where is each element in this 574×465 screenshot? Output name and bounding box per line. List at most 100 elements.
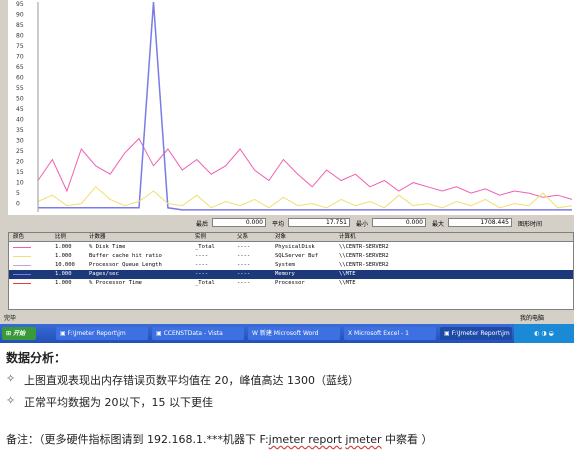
- taskbar-item-explorer-2[interactable]: ▣ F:\Jmeter Report\jm: [440, 327, 512, 340]
- folder-icon: ▣: [444, 330, 450, 337]
- tray-icons: ◐ ◑ ◒: [534, 330, 554, 337]
- y-tick-label: 85: [16, 22, 24, 29]
- header-computer[interactable]: 计算机: [339, 233, 356, 242]
- excel-icon: X: [348, 330, 353, 337]
- max-label: 最大: [432, 221, 445, 228]
- color-swatch: [13, 283, 31, 284]
- word-icon: W: [252, 330, 258, 337]
- counter-scale: 1.000: [55, 271, 72, 277]
- y-tick-label: 60: [16, 75, 24, 82]
- window-icon: ▣: [156, 330, 162, 337]
- counter-instance: ----: [195, 271, 209, 277]
- status-text: 完毕: [4, 315, 17, 322]
- counter-row[interactable]: 10.000 Processor Queue Length ---- ---- Syst…: [9, 261, 573, 270]
- bullet-item: ✧ 上图直观表现出内存错误页数平均值在 20，峰值高达 1300（蓝线）: [6, 372, 566, 388]
- avg-label: 平均: [272, 221, 285, 228]
- series-line: [37, 186, 573, 209]
- counter-row[interactable]: 1.000 % Disk Time _Total ---- PhysicalDisk \\…: [9, 243, 573, 252]
- diamond-bullet-icon: ✧: [6, 394, 16, 407]
- y-tick-label: 80: [16, 33, 24, 40]
- y-tick-label: 95: [16, 1, 24, 8]
- bullet-text: 正常平均数据为 20以下，15 以下更佳: [24, 396, 213, 409]
- counter-computer: \\CENTR-SERVER2: [339, 253, 389, 259]
- counter-counter: Pages/sec: [89, 271, 119, 277]
- y-tick-label: 0: [16, 201, 20, 208]
- y-tick-label: 15: [16, 169, 24, 176]
- counter-object: PhysicalDisk: [275, 244, 315, 250]
- counter-row[interactable]: 1.000 Buffer cache hit ratio ---- ---- SQLSe…: [9, 252, 573, 261]
- min-value: 0.000: [372, 218, 426, 227]
- counter-counter: % Processor Time: [89, 280, 142, 286]
- y-tick-label: 65: [16, 64, 24, 71]
- counter-computer: \\CENTR-SERVER2: [339, 244, 389, 250]
- remark-path-1: jmeter report: [268, 433, 342, 446]
- taskbar-item-word[interactable]: W 新建 Microsoft Word: [248, 327, 340, 340]
- duration-label: 图形时间: [518, 221, 543, 228]
- status-zone: 我的电脑: [520, 315, 545, 322]
- max-value: 1708.445: [448, 218, 512, 227]
- counter-scale: 1.000: [55, 244, 72, 250]
- diamond-bullet-icon: ✧: [6, 372, 16, 385]
- remark-line: 备注：（更多硬件指标图请到 192.168.1.***机器下 F:jmeter …: [6, 431, 433, 447]
- counter-counter: % Disk Time: [89, 244, 126, 250]
- counter-instance: _Total: [195, 244, 215, 250]
- analysis-notes: 数据分析： ✧ 上图直观表现出内存错误页数平均值在 20，峰值高达 1300（蓝线…: [6, 349, 566, 410]
- start-label: 开始: [13, 330, 26, 337]
- counter-row[interactable]: 1.000 Pages/sec ---- ---- Memory \\MTE: [9, 270, 573, 279]
- color-swatch: [13, 256, 31, 257]
- avg-value: 17.751: [288, 218, 350, 227]
- y-tick-label: 90: [16, 12, 24, 19]
- counter-computer: \\MTE: [339, 271, 356, 277]
- counter-parent: ----: [237, 253, 251, 259]
- taskbar-item-explorer-1[interactable]: ▣ F:\Jmeter Report\jm: [56, 327, 148, 340]
- performance-chart: 95 90 85 80 75 70 65 60 55 50 45 40 35 30 25 20 15 10 5 0: [8, 0, 574, 215]
- status-bar: 完毕 我的电脑: [0, 312, 574, 322]
- counter-list: 颜色 比例 计数器 实例 父系 对象 计算机 1.000 % Disk Time _…: [8, 232, 574, 310]
- series-line: [37, 137, 573, 200]
- header-counter[interactable]: 计数器: [89, 233, 106, 242]
- windows-icon: ⊞: [6, 330, 12, 337]
- counter-parent: ----: [237, 262, 251, 268]
- counter-parent: ----: [237, 271, 251, 277]
- notes-title: 数据分析：: [6, 351, 67, 365]
- last-value: 0.000: [212, 218, 266, 227]
- taskbar-item-label: F:\Jmeter Report\jm: [451, 330, 510, 337]
- folder-icon: ▣: [60, 330, 66, 337]
- start-button[interactable]: ⊞ 开始: [2, 327, 36, 340]
- header-scale[interactable]: 比例: [55, 233, 66, 242]
- counter-object: SQLServer Buf: [275, 253, 319, 259]
- counter-parent: ----: [237, 244, 251, 250]
- counter-scale: 10.000: [55, 262, 75, 268]
- counter-scale: 1.000: [55, 253, 72, 259]
- y-tick-label: 75: [16, 43, 24, 50]
- header-color[interactable]: 颜色: [13, 233, 24, 242]
- counter-counter: Buffer cache hit ratio: [89, 253, 162, 259]
- counter-header: 颜色 比例 计数器 实例 父系 对象 计算机: [9, 233, 573, 242]
- bullet-item: ✧ 正常平均数据为 20以下，15 以下更佳: [6, 394, 566, 410]
- chart-svg: 95908580757065605550454035302520151050: [16, 1, 573, 212]
- y-tick-label: 55: [16, 85, 24, 92]
- counter-computer: \\MTE: [339, 280, 356, 286]
- remark-prefix: 备注：（更多硬件指标图请到 192.168.1.***机器下 F:: [6, 433, 269, 446]
- counter-object: Processor: [275, 280, 305, 286]
- y-tick-label: 50: [16, 96, 24, 103]
- taskbar-item-label: F:\Jmeter Report\jm: [67, 330, 126, 337]
- header-instance[interactable]: 实例: [195, 233, 206, 242]
- taskbar-item-label: CCENSTData - Vista: [163, 330, 223, 337]
- counter-row[interactable]: 1.000 % Processor Time _Total ---- Processor…: [9, 279, 573, 288]
- counter-instance: ----: [195, 253, 209, 259]
- stats-bar: 最后 0.000 平均 17.751 最小 0.000 最大 1708.445 …: [8, 216, 574, 230]
- header-object[interactable]: 对象: [275, 233, 286, 242]
- counter-instance: _Total: [195, 280, 215, 286]
- y-tick-label: 5: [16, 190, 20, 197]
- bullet-text: 上图直观表现出内存错误页数平均值在 20，峰值高达 1300（蓝线）: [24, 374, 359, 387]
- counter-scale: 1.000: [55, 280, 72, 286]
- series-line: [38, 1, 572, 211]
- remark-path-2: jmeter: [345, 433, 382, 446]
- header-parent[interactable]: 父系: [237, 233, 248, 242]
- counter-object: System: [275, 262, 295, 268]
- min-label: 最小: [356, 221, 369, 228]
- taskbar-item-excel[interactable]: X Microsoft Excel - 1: [344, 327, 436, 340]
- taskbar-item-vista[interactable]: ▣ CCENSTData - Vista: [152, 327, 244, 340]
- y-tick-label: 10: [16, 180, 24, 187]
